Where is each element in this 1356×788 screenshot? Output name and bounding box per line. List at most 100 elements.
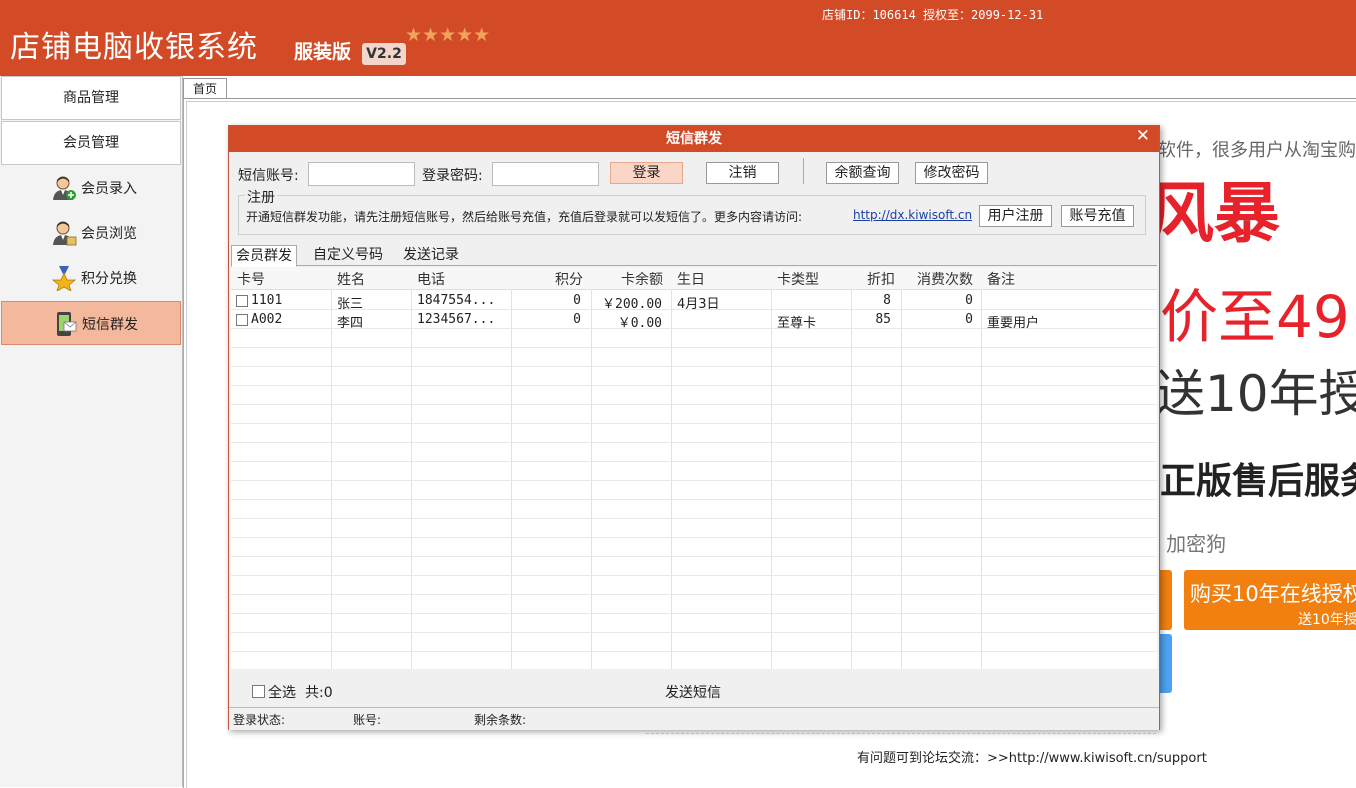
app-title: 店铺电脑收银系统: [10, 30, 258, 65]
points-medal-icon: [51, 266, 77, 291]
sidebar-item-sms-broadcast[interactable]: 短信群发: [1, 301, 181, 345]
grid-line: [231, 594, 1157, 595]
sidebar-item-points-exchange[interactable]: 积分兑换: [1, 256, 181, 298]
tab-home[interactable]: 首页: [183, 78, 227, 99]
status-login-state: 登录状态:: [233, 713, 286, 727]
ad-service: 正版售后服务: [1160, 461, 1356, 502]
grid-line: [231, 632, 1157, 633]
password-label: 登录密码:: [422, 168, 483, 184]
column-header[interactable]: 卡类型: [777, 269, 819, 289]
sidebar-item-member-browse[interactable]: 会员浏览: [1, 211, 181, 253]
cell-discount: 85: [875, 312, 891, 327]
tab-send-records[interactable]: 发送记录: [399, 245, 463, 265]
cell-points: 0: [573, 312, 581, 327]
sidebar: 商品管理 会员管理 会员录入 会员浏览 积分兑换 短信群发: [0, 76, 183, 787]
grid-line: [231, 461, 1157, 462]
grid-line: [671, 289, 672, 669]
column-header[interactable]: 积分: [555, 269, 583, 289]
sidebar-item-label: 会员录入: [81, 181, 137, 197]
sidebar-button-products[interactable]: 商品管理: [1, 76, 181, 120]
balance-query-button[interactable]: 余额查询: [826, 162, 899, 184]
column-header[interactable]: 消费次数: [917, 269, 973, 289]
column-header[interactable]: 姓名: [337, 269, 365, 289]
cell-birthday: 4月3日: [677, 297, 720, 312]
cell-card: A002: [251, 312, 283, 327]
grid-line: [851, 289, 852, 669]
column-header[interactable]: 电话: [417, 269, 445, 289]
cell-card: 1101: [251, 293, 283, 308]
cell-balance: ￥200.00: [602, 297, 662, 312]
support-link[interactable]: 有问题可到论坛交流：>>http://www.kiwisoft.cn/suppo…: [857, 747, 1207, 766]
grid-line: [231, 556, 1157, 557]
password-input[interactable]: [492, 162, 599, 186]
ad-text: 软件，很多用户从淘宝购: [1158, 140, 1356, 161]
sms-dialog: 短信群发 ✕ 短信账号: 登录密码: 登录 注销 余额查询 修改密码 注册 开通…: [228, 125, 1160, 730]
logout-button[interactable]: 注销: [706, 162, 779, 184]
grid-line: [511, 289, 512, 669]
divider: [646, 733, 1156, 734]
column-header[interactable]: 卡余额: [621, 269, 663, 289]
cell-card-type: 至尊卡: [777, 316, 817, 331]
select-all-label: 全选: [268, 685, 296, 701]
close-icon[interactable]: ✕: [1136, 126, 1150, 146]
tab-member-broadcast[interactable]: 会员群发: [231, 245, 297, 267]
member-table: 卡号 姓名 电话 积分 卡余额 生日 卡类型 折扣 消费次数 备注 1101 张…: [231, 267, 1157, 669]
sms-phone-icon: [57, 312, 77, 336]
account-recharge-button[interactable]: 账号充值: [1061, 205, 1134, 227]
dialog-title: 短信群发: [229, 126, 1159, 152]
account-input[interactable]: [308, 162, 415, 186]
grid-line: [331, 289, 332, 669]
status-bar: 登录状态: 账号: 剩余条数:: [229, 707, 1159, 730]
grid-line: [231, 442, 1157, 443]
row-checkbox[interactable]: [236, 314, 248, 326]
tab-custom-numbers[interactable]: 自定义号码: [309, 245, 387, 265]
ad-buy-subtitle: 送10年授: [1298, 612, 1356, 628]
version-badge: V2.2: [362, 43, 406, 65]
column-header[interactable]: 备注: [987, 269, 1015, 289]
sidebar-item-label: 积分兑换: [81, 271, 137, 287]
status-account: 账号:: [353, 713, 382, 727]
ad-offer: 送10年授: [1155, 365, 1356, 423]
ad-headline: 风暴: [1148, 175, 1280, 252]
sidebar-item-member-add[interactable]: 会员录入: [1, 166, 181, 208]
cell-visits: 0: [965, 293, 973, 308]
sidebar-button-members[interactable]: 会员管理: [1, 121, 181, 165]
grid-line: [231, 651, 1157, 652]
user-register-button[interactable]: 用户注册: [979, 205, 1052, 227]
register-description: 开通短信群发功能，请先注册短信账号，然后给账号充值，充值后登录就可以发短信了。更…: [246, 210, 803, 224]
ad-buy-button[interactable]: 购买10年在线授权 送10年授: [1184, 570, 1356, 630]
total-count: 共:0: [305, 685, 333, 701]
register-site-link[interactable]: http://dx.kiwisoft.cn: [853, 208, 972, 222]
ad-dongle: / 加密狗: [1153, 532, 1227, 556]
column-header[interactable]: 生日: [677, 269, 705, 289]
select-all-checkbox[interactable]: [252, 685, 265, 698]
grid-line: [231, 404, 1157, 405]
dialog-footer: 全选 共:0 发送短信: [231, 671, 1157, 707]
grid-line: [771, 289, 772, 669]
member-add-icon: [53, 176, 76, 200]
row-checkbox[interactable]: [236, 295, 248, 307]
status-remaining: 剩余条数:: [474, 713, 527, 727]
register-legend: 注册: [245, 187, 277, 207]
edition-label: 服装版: [294, 41, 352, 63]
column-header[interactable]: 卡号: [237, 269, 265, 289]
table-header: 卡号 姓名 电话 积分 卡余额 生日 卡类型 折扣 消费次数 备注: [231, 267, 1157, 290]
login-button[interactable]: 登录: [610, 162, 683, 184]
change-password-button[interactable]: 修改密码: [915, 162, 988, 184]
store-info: 店铺ID：106614 授权至：2099-12-31: [822, 8, 1044, 22]
grid-line: [231, 423, 1157, 424]
rating-stars-icon: ★★★★★: [405, 24, 491, 46]
grid-line: [591, 289, 592, 669]
grid-line: [231, 537, 1157, 538]
send-sms-button[interactable]: 发送短信: [665, 682, 721, 702]
cell-note: 重要用户: [987, 316, 1040, 331]
column-header[interactable]: 折扣: [867, 269, 895, 289]
app-header: 店铺电脑收银系统 服装版 V2.2 ★★★★★ 店铺ID：106614 授权至：…: [0, 0, 1356, 76]
cell-balance: ￥0.00: [617, 316, 662, 331]
grid-line: [901, 289, 902, 669]
cell-discount: 8: [883, 293, 891, 308]
grid-line: [231, 480, 1157, 481]
dialog-tabs: 会员群发 自定义号码 发送记录: [231, 245, 1157, 267]
ad-buy-title: 购买10年在线授权: [1190, 582, 1356, 606]
grid-line: [411, 289, 412, 669]
